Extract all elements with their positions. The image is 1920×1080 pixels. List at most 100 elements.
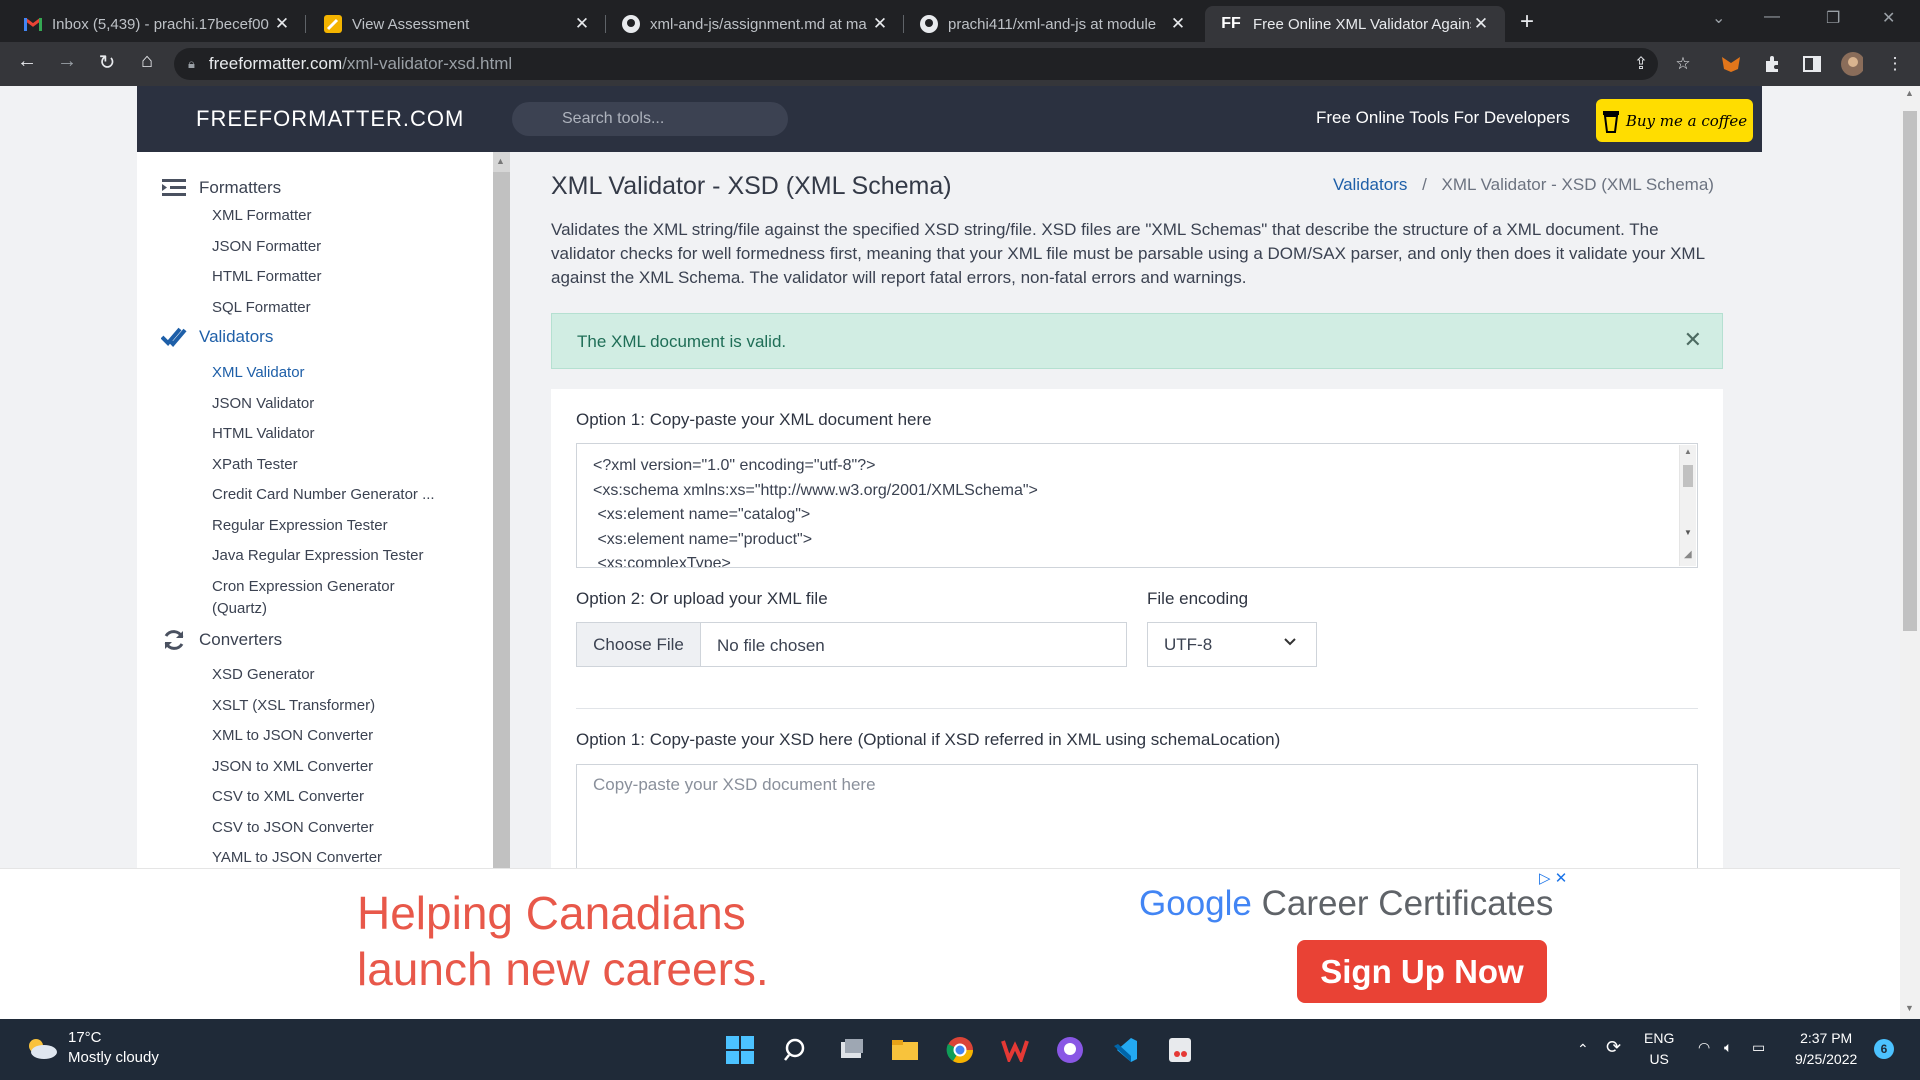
sidebar-category-converters[interactable]: Converters	[161, 628, 282, 652]
sidebar-link-json-formatter[interactable]: JSON Formatter	[212, 238, 321, 255]
tab-freeformatter[interactable]: FF Free Online XML Validator Agains ✕	[1205, 6, 1505, 42]
close-window-button[interactable]: ✕	[1882, 8, 1895, 28]
tab-title: View Assessment	[352, 15, 470, 33]
close-tab-icon[interactable]: ✕	[1471, 14, 1491, 34]
browser-toolbar: ← → ↻ ⌂ 🔒︎ freeformatter.com/xml-validat…	[0, 42, 1920, 86]
sidebar-link-xml-to-json[interactable]: XML to JSON Converter	[212, 727, 373, 744]
reload-icon[interactable]: ↻	[93, 50, 121, 75]
xml-textarea-scrollbar[interactable]: ▲ ▼ ◢	[1679, 445, 1696, 566]
url-host: freeformatter.com	[208, 54, 343, 73]
page-scrollbar-thumb[interactable]	[1903, 111, 1917, 631]
resize-handle-icon[interactable]: ◢	[1684, 549, 1692, 560]
minimize-button[interactable]: —	[1764, 8, 1780, 26]
breadcrumb-link-validators[interactable]: Validators	[1333, 175, 1407, 194]
language-indicator[interactable]: ENG US	[1644, 1028, 1674, 1070]
sidebar-link-sql-formatter[interactable]: SQL Formatter	[212, 299, 311, 316]
notification-badge[interactable]: 6	[1874, 1039, 1894, 1059]
windows-start-icon[interactable]	[723, 1033, 757, 1067]
windows-taskbar: 17°C Mostly cloudy ⌃ ⟳ ENG US ◠ 🔈︎ ▭ 2:37 …	[0, 1019, 1920, 1080]
sidebar-link-xpath-tester[interactable]: XPath Tester	[212, 456, 298, 473]
sync-icon[interactable]: ⟳	[1606, 1037, 1621, 1058]
tab-github-repo[interactable]: prachi411/xml-and-js at module ✕	[906, 6, 1202, 42]
sidebar-link-xsd-generator[interactable]: XSD Generator	[212, 666, 315, 683]
sidebar-link-regex-tester[interactable]: Regular Expression Tester	[212, 517, 388, 534]
ad-sign-up-button[interactable]: Sign Up Now	[1297, 940, 1547, 1003]
close-tab-icon[interactable]: ✕	[870, 14, 890, 34]
new-tab-button[interactable]: +	[1520, 8, 1534, 36]
sidebar-link-cron-generator-quartz[interactable]: (Quartz)	[212, 600, 267, 617]
sidebar-link-csv-to-xml[interactable]: CSV to XML Converter	[212, 788, 364, 805]
sidebar-link-xml-validator[interactable]: XML Validator	[212, 364, 305, 381]
xml-line: <xs:complexType>	[593, 555, 731, 568]
address-bar[interactable]: 🔒︎ freeformatter.com/xml-validator-xsd.h…	[174, 48, 1658, 80]
maximize-button[interactable]: ❐	[1826, 8, 1840, 28]
coffee-label: Buy me a coffee	[1625, 111, 1748, 130]
menu-kebab-icon[interactable]: ⋮	[1884, 53, 1906, 75]
sidebar-link-json-validator[interactable]: JSON Validator	[212, 395, 314, 412]
task-view-icon[interactable]	[835, 1033, 869, 1067]
sidebar-link-yaml-to-json[interactable]: YAML to JSON Converter	[212, 849, 382, 866]
side-panel-icon[interactable]	[1801, 53, 1823, 75]
site-logo[interactable]: FREEFORMATTER.COM	[196, 106, 464, 132]
chevron-up-icon[interactable]: ⌃	[1577, 1039, 1589, 1060]
sidebar-link-csv-to-json[interactable]: CSV to JSON Converter	[212, 819, 374, 836]
xml-input-label: Option 1: Copy-paste your XML document h…	[576, 410, 932, 429]
clock[interactable]: 2:37 PM 9/25/2022	[1795, 1028, 1857, 1070]
lang-text: ENG	[1644, 1030, 1675, 1046]
adchoices-icon[interactable]: ▷ ✕	[1539, 869, 1567, 887]
sidebar-link-cron-generator[interactable]: Cron Expression Generator	[212, 578, 395, 595]
site-tagline: Free Online Tools For Developers	[1316, 108, 1570, 127]
wifi-icon[interactable]: ◠	[1698, 1037, 1710, 1058]
file-upload-input[interactable]: Choose File No file chosen	[576, 622, 1127, 667]
sidebar-link-xml-formatter[interactable]: XML Formatter	[212, 207, 311, 224]
sidebar-link-xslt[interactable]: XSLT (XSL Transformer)	[212, 697, 375, 714]
forward-arrow-icon[interactable]: →	[53, 50, 81, 73]
chrome-icon[interactable]	[943, 1033, 977, 1067]
sidebar-category-validators[interactable]: Validators	[161, 326, 273, 348]
sidebar-link-html-validator[interactable]: HTML Validator	[212, 425, 315, 442]
sidebar-link-java-regex-tester[interactable]: Java Regular Expression Tester	[212, 547, 424, 564]
buy-me-a-coffee-button[interactable]: Buy me a coffee	[1596, 99, 1753, 142]
choose-file-button[interactable]: Choose File	[577, 623, 701, 666]
sidebar-category-formatters[interactable]: Formatters	[161, 178, 281, 198]
ad-banner: Helping Canadians launch new careers. Go…	[0, 868, 1900, 1019]
ad-content[interactable]: Helping Canadians launch new careers. Go…	[321, 869, 1578, 1020]
scroll-up-arrow-icon[interactable]: ▲	[496, 156, 505, 166]
home-icon[interactable]: ⌂	[133, 50, 161, 73]
cloud-icon	[29, 1039, 57, 1059]
breadcrumb-current: XML Validator - XSD (XML Schema)	[1441, 175, 1714, 194]
share-icon[interactable]: ⇪	[1630, 53, 1652, 75]
snipping-tool-icon[interactable]	[1163, 1033, 1197, 1067]
tab-gmail[interactable]: Inbox (5,439) - prachi.17becef00 ✕	[10, 6, 306, 42]
close-tab-icon[interactable]: ✕	[1168, 14, 1188, 34]
close-tab-icon[interactable]: ✕	[272, 14, 292, 34]
close-icon[interactable]: ✕	[1684, 327, 1702, 353]
github-desktop-icon[interactable]	[1053, 1033, 1087, 1067]
tab-search-icon[interactable]: ⌄	[1712, 8, 1725, 28]
tab-view-assessment[interactable]: View Assessment ✕	[310, 6, 606, 42]
bookmark-star-icon[interactable]: ☆	[1672, 53, 1694, 75]
profile-avatar[interactable]	[1841, 52, 1863, 76]
back-arrow-icon[interactable]: ←	[13, 50, 41, 73]
search-input[interactable]: Search tools...	[512, 102, 788, 136]
battery-icon[interactable]: ▭	[1752, 1037, 1765, 1058]
ad-headline-line: launch new careers.	[357, 943, 769, 995]
encoding-select[interactable]: UTF-8	[1147, 622, 1317, 667]
file-explorer-icon[interactable]	[888, 1033, 922, 1067]
wps-office-icon[interactable]	[998, 1033, 1032, 1067]
search-icon[interactable]	[779, 1033, 813, 1067]
xml-textarea[interactable]: <?xml version="1.0" encoding="utf-8"?> <…	[576, 443, 1698, 568]
tab-github-assignment[interactable]: xml-and-js/assignment.md at ma ✕	[608, 6, 904, 42]
vscode-icon[interactable]	[1108, 1033, 1142, 1067]
weather-widget[interactable]: 17°C Mostly cloudy	[26, 1028, 159, 1068]
breadcrumb: Validators / XML Validator - XSD (XML Sc…	[1333, 175, 1714, 195]
sidebar-link-json-to-xml[interactable]: JSON to XML Converter	[212, 758, 373, 775]
volume-icon[interactable]: 🔈︎	[1724, 1037, 1732, 1058]
sidebar-link-credit-card-generator[interactable]: Credit Card Number Generator ...	[212, 486, 435, 503]
encoding-value: UTF-8	[1164, 635, 1213, 654]
xsd-textarea[interactable]: Copy-paste your XSD document here	[576, 764, 1698, 874]
close-tab-icon[interactable]: ✕	[572, 14, 592, 34]
extensions-puzzle-icon[interactable]	[1762, 53, 1784, 75]
sidebar-link-html-formatter[interactable]: HTML Formatter	[212, 268, 321, 285]
metamask-extension-icon[interactable]	[1720, 53, 1742, 75]
